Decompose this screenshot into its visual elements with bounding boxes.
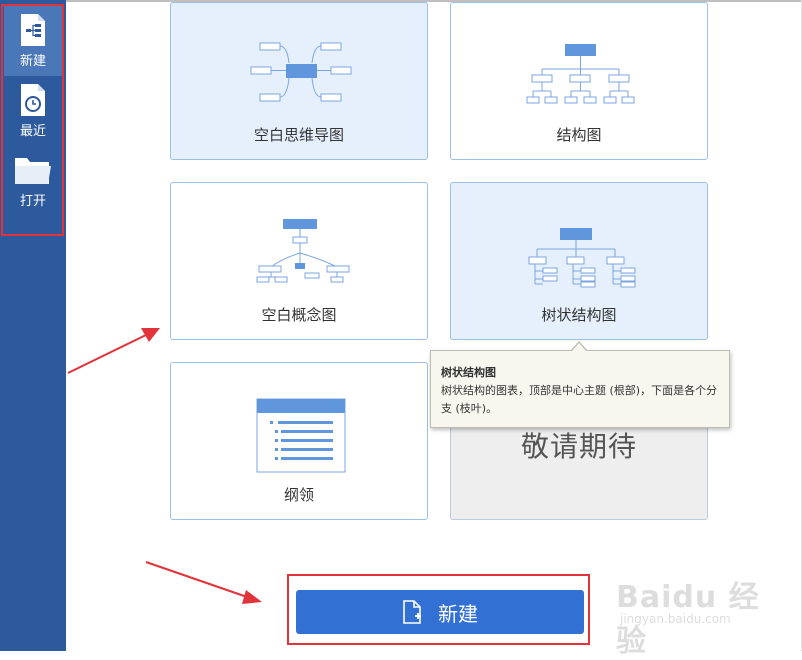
annotation-arrows: [67, 328, 262, 604]
new-button[interactable]: 新建: [296, 590, 584, 634]
new-file-plus-icon: [402, 600, 422, 624]
new-button-label: 新建: [438, 601, 478, 626]
